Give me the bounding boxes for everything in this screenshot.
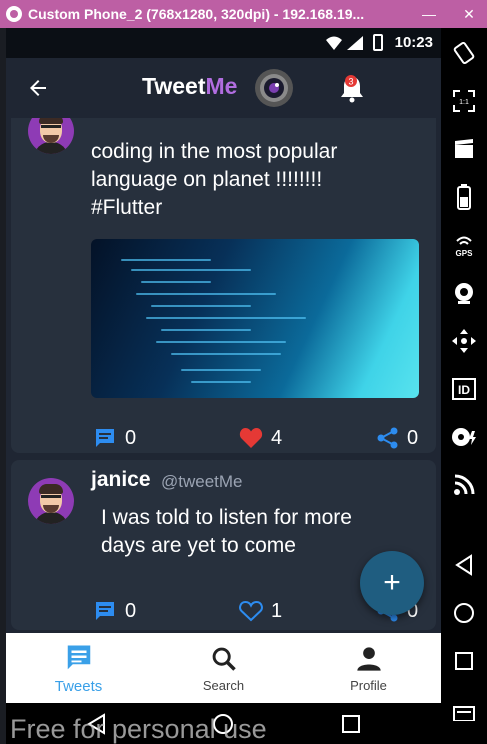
battery-control-icon[interactable] bbox=[449, 182, 479, 212]
window-title-bar: Custom Phone_2 (768x1280, 320dpi) - 192.… bbox=[0, 0, 487, 28]
chat-icon bbox=[67, 645, 90, 670]
comment-icon bbox=[96, 429, 114, 447]
brand-me: Me bbox=[205, 73, 238, 99]
like-count: 4 bbox=[271, 426, 283, 449]
tweet-image[interactable] bbox=[91, 239, 419, 398]
status-bar: 10:23 bbox=[6, 28, 441, 58]
bottom-navigation: Tweets Search Profile bbox=[6, 633, 441, 703]
like-button[interactable]: 4 bbox=[239, 423, 282, 453]
share-count: 0 bbox=[407, 426, 419, 449]
status-time: 10:23 bbox=[394, 34, 433, 51]
svg-text:GPS: GPS bbox=[456, 249, 474, 258]
recents-square-icon[interactable] bbox=[449, 646, 479, 676]
wifi-icon bbox=[326, 36, 342, 50]
tweet-text-line: #Flutter bbox=[91, 196, 163, 219]
tweet-text: coding in the most popular language on p… bbox=[91, 138, 337, 222]
like-count: 1 bbox=[271, 599, 283, 622]
nav-profile-label: Profile bbox=[350, 678, 387, 693]
window-title: Custom Phone_2 (768x1280, 320dpi) - 192.… bbox=[28, 6, 365, 22]
tweet-text-line: I was told to listen for more bbox=[101, 506, 352, 529]
comment-button[interactable]: 0 bbox=[93, 596, 136, 626]
screenshot-icon[interactable] bbox=[449, 134, 479, 164]
comment-count: 0 bbox=[125, 426, 137, 449]
scale-icon[interactable]: 1:1 bbox=[449, 86, 479, 116]
search-icon bbox=[212, 647, 236, 671]
device-id-icon[interactable]: ID bbox=[449, 374, 479, 404]
heart-outline-icon bbox=[239, 600, 263, 622]
tweet-text-line: coding in the most popular bbox=[91, 140, 338, 163]
rotate-icon[interactable] bbox=[449, 38, 479, 68]
camera-control-icon[interactable] bbox=[449, 278, 479, 308]
tweet-text-line: days are yet to come bbox=[101, 534, 296, 557]
tweet-author-name[interactable]: janice bbox=[91, 468, 151, 492]
nav-tweets[interactable]: Tweets bbox=[6, 633, 151, 703]
system-recents-icon[interactable] bbox=[341, 714, 361, 734]
rss-icon[interactable] bbox=[449, 470, 479, 500]
back-arrow-icon[interactable] bbox=[26, 76, 50, 100]
home-circle-icon[interactable] bbox=[449, 598, 479, 628]
menu-icon[interactable] bbox=[449, 694, 479, 724]
comment-icon bbox=[96, 602, 114, 620]
notification-bell-icon[interactable]: 3 bbox=[339, 73, 365, 103]
heart-filled-icon bbox=[239, 428, 263, 448]
tweet-text: I was told to listen for more days are y… bbox=[101, 504, 352, 560]
like-button[interactable]: 1 bbox=[239, 596, 282, 626]
comment-button[interactable]: 0 bbox=[93, 423, 136, 453]
phone-screen: 10:23 TweetMe 3 coding in the most popul… bbox=[6, 28, 441, 744]
app-brand: TweetMe bbox=[142, 73, 237, 100]
avatar[interactable] bbox=[28, 478, 74, 524]
gps-icon[interactable]: GPS bbox=[449, 230, 479, 260]
tweet-card[interactable]: coding in the most popular language on p… bbox=[11, 118, 436, 453]
watermark-text: Free for personal use bbox=[10, 714, 267, 744]
close-button[interactable]: ✕ bbox=[452, 0, 486, 28]
emulator-toolbar: 1:1 GPS ID bbox=[441, 28, 487, 744]
notification-count: 3 bbox=[348, 77, 353, 87]
media-icon[interactable] bbox=[449, 422, 479, 452]
app-icon bbox=[6, 6, 22, 22]
person-icon bbox=[356, 647, 381, 671]
tweet-text-line: language on planet !!!!!!!! bbox=[91, 168, 323, 191]
compose-tweet-button[interactable]: + bbox=[360, 551, 424, 615]
minimize-button[interactable]: — bbox=[412, 0, 446, 28]
svg-text:ID: ID bbox=[458, 383, 470, 397]
back-triangle-icon[interactable] bbox=[449, 550, 479, 580]
move-icon[interactable] bbox=[449, 326, 479, 356]
nav-search-label: Search bbox=[202, 678, 245, 693]
battery-icon bbox=[373, 34, 383, 51]
camera-logo-icon bbox=[255, 69, 293, 107]
nav-profile[interactable]: Profile bbox=[296, 633, 441, 703]
nav-search[interactable]: Search bbox=[151, 633, 296, 703]
svg-text:1:1: 1:1 bbox=[459, 99, 469, 106]
tweet-actions: 0 4 0 bbox=[11, 423, 436, 453]
app-bar: TweetMe 3 bbox=[6, 58, 441, 118]
comment-count: 0 bbox=[125, 599, 137, 622]
share-button[interactable]: 0 bbox=[377, 423, 418, 453]
signal-icon bbox=[347, 36, 363, 50]
brand-tweet: Tweet bbox=[142, 73, 206, 99]
nav-tweets-label: Tweets bbox=[54, 678, 103, 695]
share-icon bbox=[377, 427, 398, 449]
avatar[interactable] bbox=[28, 118, 74, 154]
tweet-author-handle[interactable]: @tweetMe bbox=[161, 472, 243, 492]
